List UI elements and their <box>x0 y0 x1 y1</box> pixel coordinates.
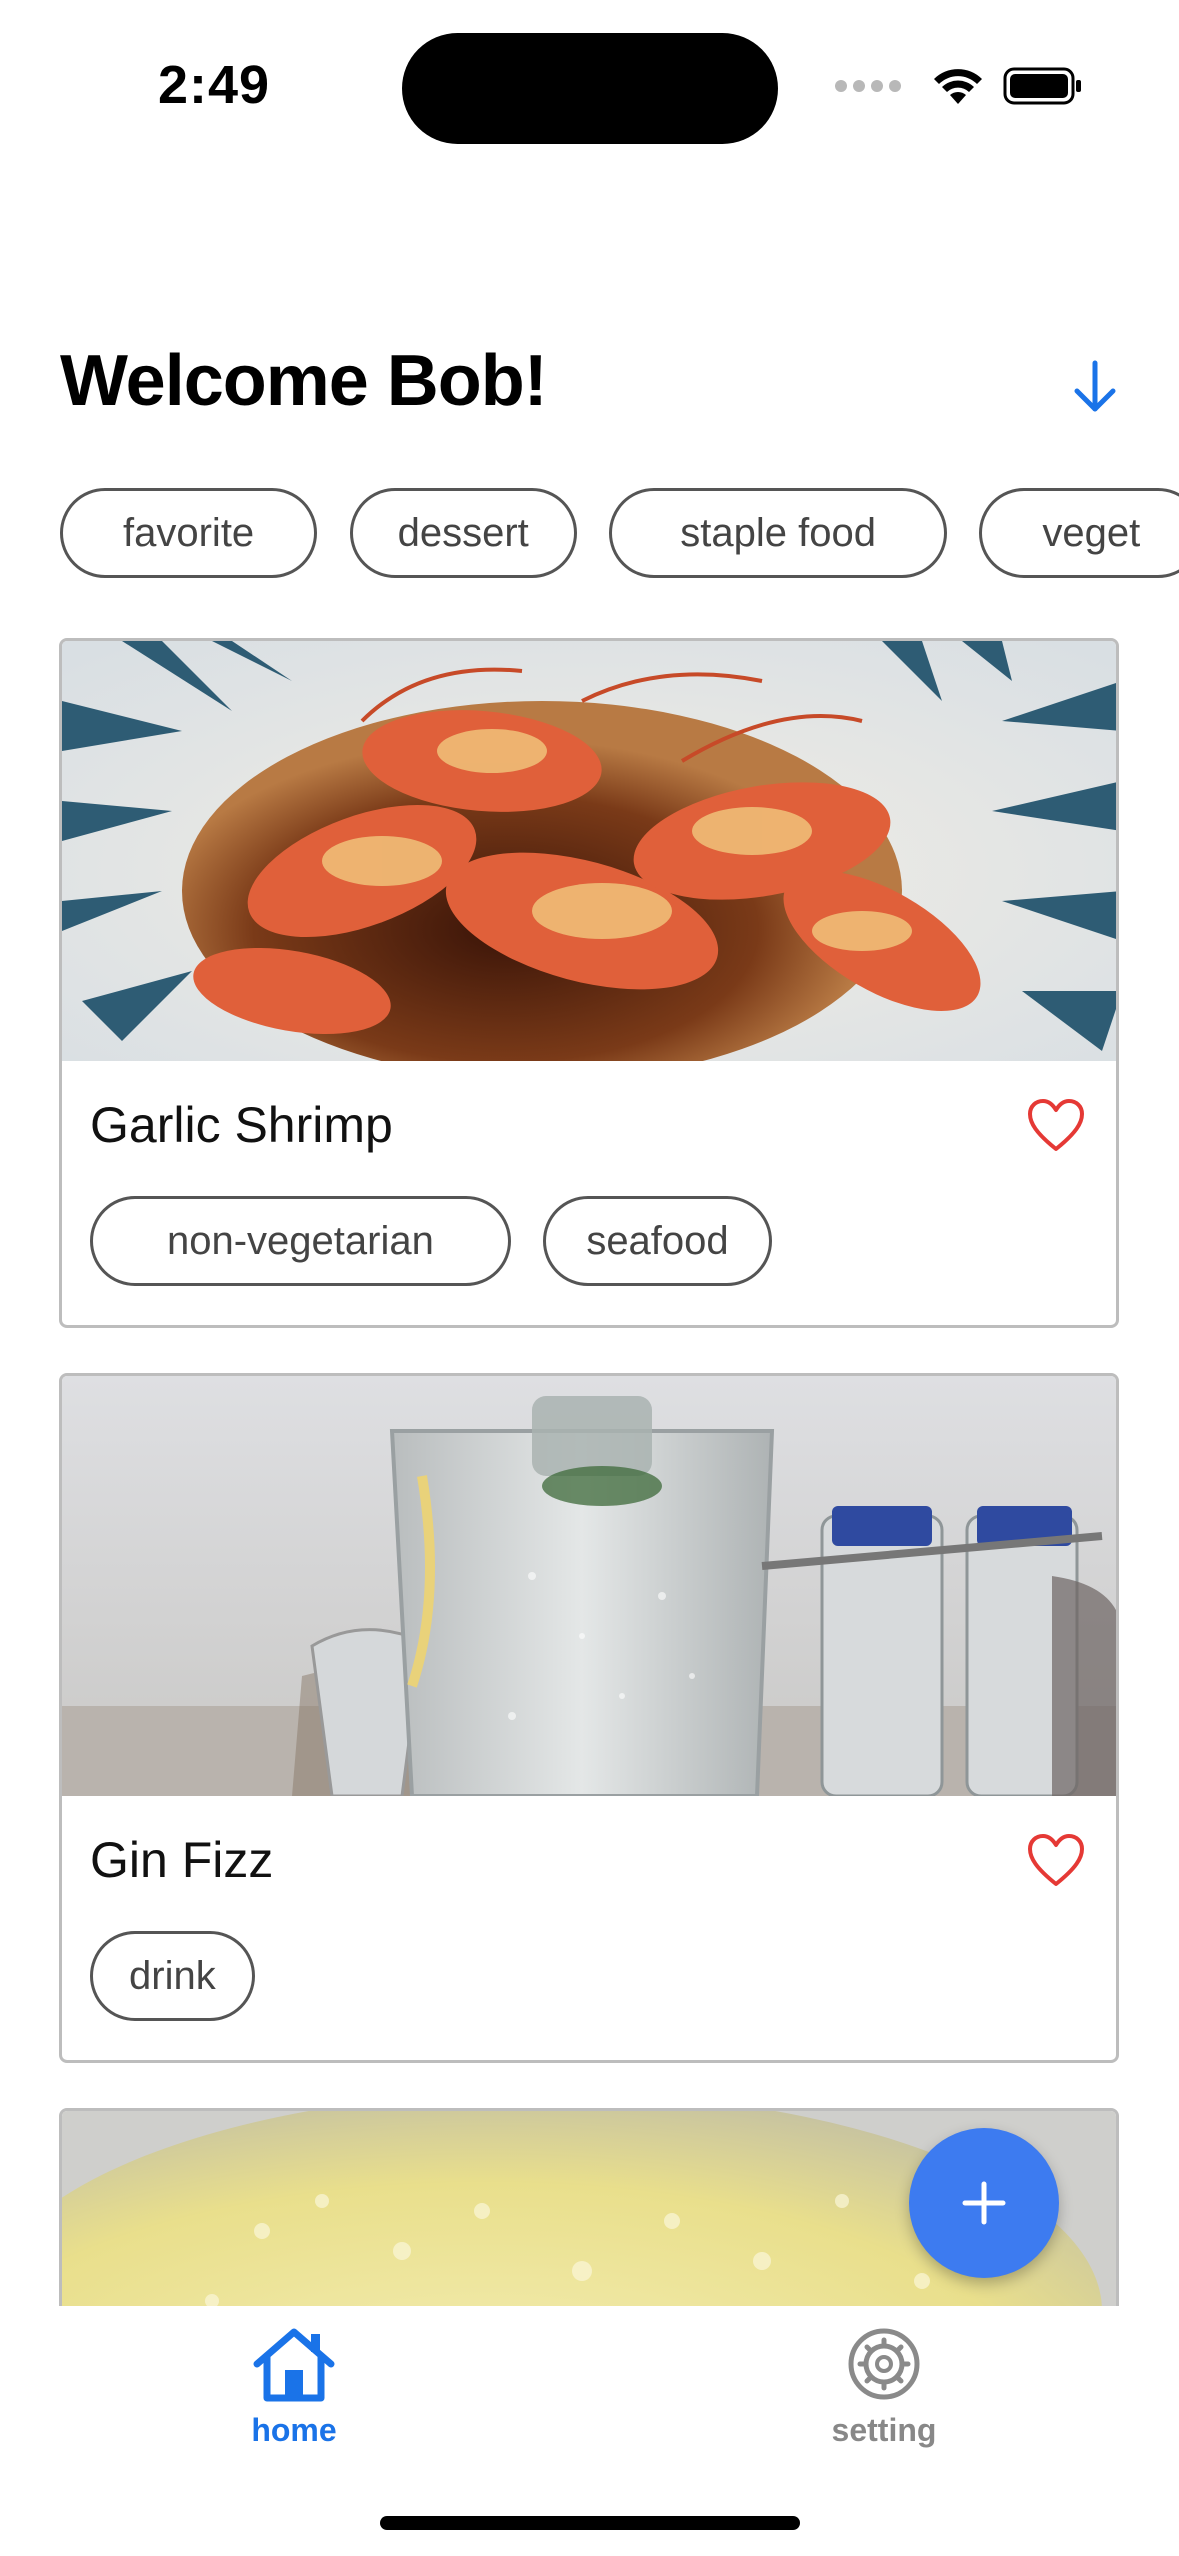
recipe-tags: non-vegetarian seafood <box>90 1196 800 1286</box>
status-time: 2:49 <box>158 55 271 115</box>
favorite-heart-icon[interactable] <box>1026 1832 1086 1888</box>
plus-icon <box>962 2181 1006 2225</box>
dynamic-island <box>402 33 778 144</box>
status-bar: 2:49 <box>0 0 1179 170</box>
filter-chip-vegetarian[interactable]: veget <box>979 488 1179 578</box>
tab-home[interactable]: home <box>194 2326 394 2449</box>
filter-chip-staple-food[interactable]: staple food <box>609 488 947 578</box>
arrow-down-icon <box>1074 360 1116 412</box>
tag-chip[interactable]: drink <box>90 1931 255 2021</box>
sort-button[interactable] <box>1060 352 1130 422</box>
add-recipe-button[interactable] <box>909 2128 1059 2278</box>
recipe-image-gin-fizz <box>62 1376 1116 1796</box>
tab-home-label: home <box>251 2412 337 2448</box>
filter-chips: favorite dessert staple food veget <box>60 488 1179 580</box>
recipe-title: Garlic Shrimp <box>90 1097 393 1153</box>
home-indicator[interactable] <box>380 2516 800 2530</box>
filter-chip-favorite[interactable]: favorite <box>60 488 318 578</box>
gear-icon <box>848 2328 920 2400</box>
page-title: Welcome Bob! <box>60 341 548 421</box>
tab-setting-label: setting <box>831 2412 937 2448</box>
favorite-heart-icon[interactable] <box>1026 1097 1086 1153</box>
recipe-title: Gin Fizz <box>90 1832 274 1888</box>
status-icons <box>835 66 1083 106</box>
wifi-icon <box>934 69 982 104</box>
recipe-card[interactable]: Gin Fizz drink <box>59 1373 1119 2063</box>
cellular-signal-icon <box>835 80 901 92</box>
home-icon <box>253 2328 335 2402</box>
recipe-tags: drink <box>90 1931 283 2021</box>
tag-chip[interactable]: non-vegetarian <box>90 1196 511 1286</box>
filter-chip-dessert[interactable]: dessert <box>349 488 577 578</box>
tag-chip[interactable]: seafood <box>543 1196 772 1286</box>
tab-setting[interactable]: setting <box>784 2326 984 2449</box>
recipe-image-garlic-shrimp <box>62 641 1116 1061</box>
battery-icon <box>1003 67 1081 105</box>
recipe-card[interactable]: Garlic Shrimp non-vegetarian seafood <box>59 638 1119 1328</box>
